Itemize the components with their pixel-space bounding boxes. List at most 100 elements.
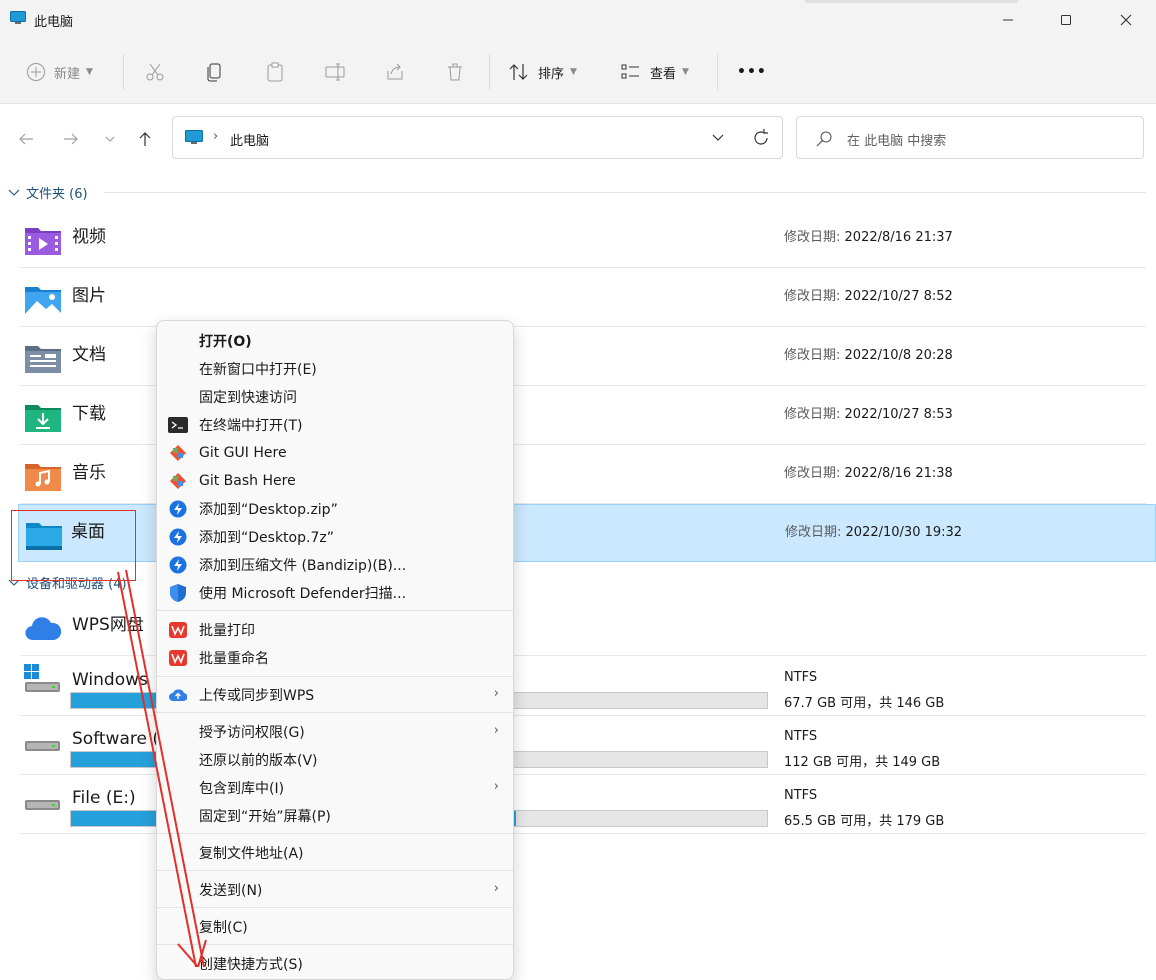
arrow-left-icon xyxy=(19,133,33,145)
modified-date: 修改日期: 2022/10/30 19:32 xyxy=(785,525,963,540)
chevron-down-icon xyxy=(105,136,115,142)
git-icon xyxy=(168,444,188,462)
folder-row-pictures[interactable]: 图片 修改日期: 2022/10/27 8:52 xyxy=(20,269,1146,327)
menu-separator xyxy=(157,944,513,945)
breadcrumb-current[interactable]: 此电脑 xyxy=(230,130,269,149)
cut-icon xyxy=(146,63,164,81)
menu-item-pin-start[interactable]: 固定到“开始”屏幕(P) xyxy=(165,802,505,830)
menu-item-grant-access[interactable]: 授予访问权限(G) › xyxy=(165,718,505,746)
downloads-folder-icon xyxy=(25,405,61,432)
refresh-icon[interactable] xyxy=(751,128,771,148)
toolbar-divider xyxy=(717,54,718,90)
menu-separator xyxy=(157,676,513,677)
drive-icon xyxy=(25,800,60,810)
sort-icon xyxy=(509,64,528,80)
maximize-button[interactable] xyxy=(1046,6,1086,34)
trash-icon xyxy=(448,63,462,81)
delete-button[interactable] xyxy=(445,56,465,88)
menu-separator xyxy=(157,907,513,908)
menu-item-include-library[interactable]: 包含到库中(I) › xyxy=(165,774,505,802)
share-icon xyxy=(387,63,403,80)
command-bar: 新建 ▼ 排序 ▼ 查看 ▼ ••• xyxy=(0,40,1156,104)
minimize-button[interactable] xyxy=(988,6,1028,34)
wps-cloud-upload-icon xyxy=(168,686,188,704)
menu-item-pin-quick-access[interactable]: 固定到快速访问 xyxy=(165,383,505,411)
view-button[interactable]: 查看 ▼ xyxy=(620,56,689,88)
breadcrumb-chevron-icon: › xyxy=(213,129,219,144)
folders-group-label: 文件夹 (6) xyxy=(26,186,88,202)
sort-label: 排序 xyxy=(538,66,565,82)
search-input[interactable]: 在 此电脑 中搜索 xyxy=(847,130,946,149)
copy-icon xyxy=(207,63,221,82)
modified-date: 修改日期: 2022/10/8 20:28 xyxy=(784,348,953,363)
menu-item-open-terminal[interactable]: 在终端中打开(T) xyxy=(165,411,505,439)
menu-item-open-new-window[interactable]: 在新窗口中打开(E) xyxy=(165,355,505,383)
wps-icon xyxy=(168,621,188,639)
chevron-right-icon: › xyxy=(493,723,499,738)
rename-button[interactable] xyxy=(325,56,347,88)
address-bar[interactable]: › 此电脑 xyxy=(172,116,783,159)
cut-button[interactable] xyxy=(145,56,165,88)
sort-button[interactable]: 排序 ▼ xyxy=(508,56,577,88)
menu-item-copy-path[interactable]: 复制文件地址(A) xyxy=(165,839,505,867)
recent-locations-button[interactable] xyxy=(98,127,122,151)
new-button[interactable]: 新建 ▼ xyxy=(26,56,93,88)
git-icon xyxy=(168,472,188,490)
drive-filesystem: NTFS xyxy=(784,788,818,803)
context-menu: 打开(O) 在新窗口中打开(E) 固定到快速访问 在终端中打开(T) Git G… xyxy=(156,320,514,980)
menu-item-add-zip[interactable]: 添加到“Desktop.zip” xyxy=(165,495,505,523)
menu-item-batch-rename[interactable]: 批量重命名 xyxy=(165,644,505,672)
paste-icon xyxy=(267,62,283,82)
drive-name: File (E:) xyxy=(72,788,136,808)
menu-separator xyxy=(157,712,513,713)
bandizip-icon xyxy=(168,556,188,574)
chevron-down-icon xyxy=(8,189,20,196)
menu-item-wps-sync[interactable]: 上传或同步到WPS › xyxy=(165,681,505,709)
folder-row-videos[interactable]: 视频 修改日期: 2022/8/16 21:37 xyxy=(20,210,1146,268)
chevron-right-icon: › xyxy=(493,779,499,794)
defender-shield-icon xyxy=(168,584,188,602)
back-button[interactable] xyxy=(14,127,38,151)
video-folder-icon xyxy=(25,228,61,255)
up-button[interactable] xyxy=(133,127,157,151)
menu-item-open[interactable]: 打开(O) xyxy=(165,327,505,355)
folder-name: 音乐 xyxy=(72,463,106,483)
folders-group-header[interactable]: 文件夹 (6) xyxy=(8,182,88,202)
menu-item-create-shortcut[interactable]: 创建快捷方式(S) xyxy=(165,950,505,978)
folder-name: 文档 xyxy=(72,345,106,365)
menu-item-git-gui[interactable]: Git GUI Here xyxy=(165,439,505,467)
wps-icon xyxy=(168,649,188,667)
paste-button[interactable] xyxy=(265,56,285,88)
close-button[interactable] xyxy=(1106,6,1146,34)
modified-date: 修改日期: 2022/10/27 8:52 xyxy=(784,289,953,304)
new-label: 新建 xyxy=(54,66,81,82)
menu-item-restore-versions[interactable]: 还原以前的版本(V) xyxy=(165,746,505,774)
toolbar-divider xyxy=(489,54,490,90)
more-options-button[interactable]: ••• xyxy=(737,56,767,88)
music-folder-icon xyxy=(25,464,61,491)
folder-name: 图片 xyxy=(72,286,106,306)
search-box[interactable]: 在 此电脑 中搜索 xyxy=(796,116,1144,159)
title-bar: 此电脑 xyxy=(0,0,1156,40)
maximize-icon xyxy=(1061,15,1071,25)
this-pc-icon xyxy=(185,130,203,144)
windows-drive-icon xyxy=(24,664,60,692)
menu-item-add-7z[interactable]: 添加到“Desktop.7z” xyxy=(165,523,505,551)
drive-name: Windows xyxy=(72,670,148,690)
wps-cloud-icon xyxy=(25,617,62,641)
drive-free-space: 112 GB 可用，共 149 GB xyxy=(784,755,941,770)
modified-date: 修改日期: 2022/8/16 21:38 xyxy=(784,466,953,481)
chevron-down-icon[interactable] xyxy=(711,132,725,144)
menu-item-add-archive[interactable]: 添加到压缩文件 (Bandizip)(B)... xyxy=(165,551,505,579)
chevron-right-icon: › xyxy=(493,881,499,896)
menu-separator xyxy=(157,870,513,871)
forward-button[interactable] xyxy=(59,127,83,151)
menu-item-send-to[interactable]: 发送到(N) › xyxy=(165,876,505,904)
menu-item-defender-scan[interactable]: 使用 Microsoft Defender扫描... xyxy=(165,579,505,607)
menu-item-batch-print[interactable]: 批量打印 xyxy=(165,616,505,644)
copy-button[interactable] xyxy=(205,56,225,88)
share-button[interactable] xyxy=(385,56,405,88)
menu-item-git-bash[interactable]: Git Bash Here xyxy=(165,467,505,495)
menu-item-copy[interactable]: 复制(C) xyxy=(165,913,505,941)
group-divider xyxy=(104,192,1146,193)
